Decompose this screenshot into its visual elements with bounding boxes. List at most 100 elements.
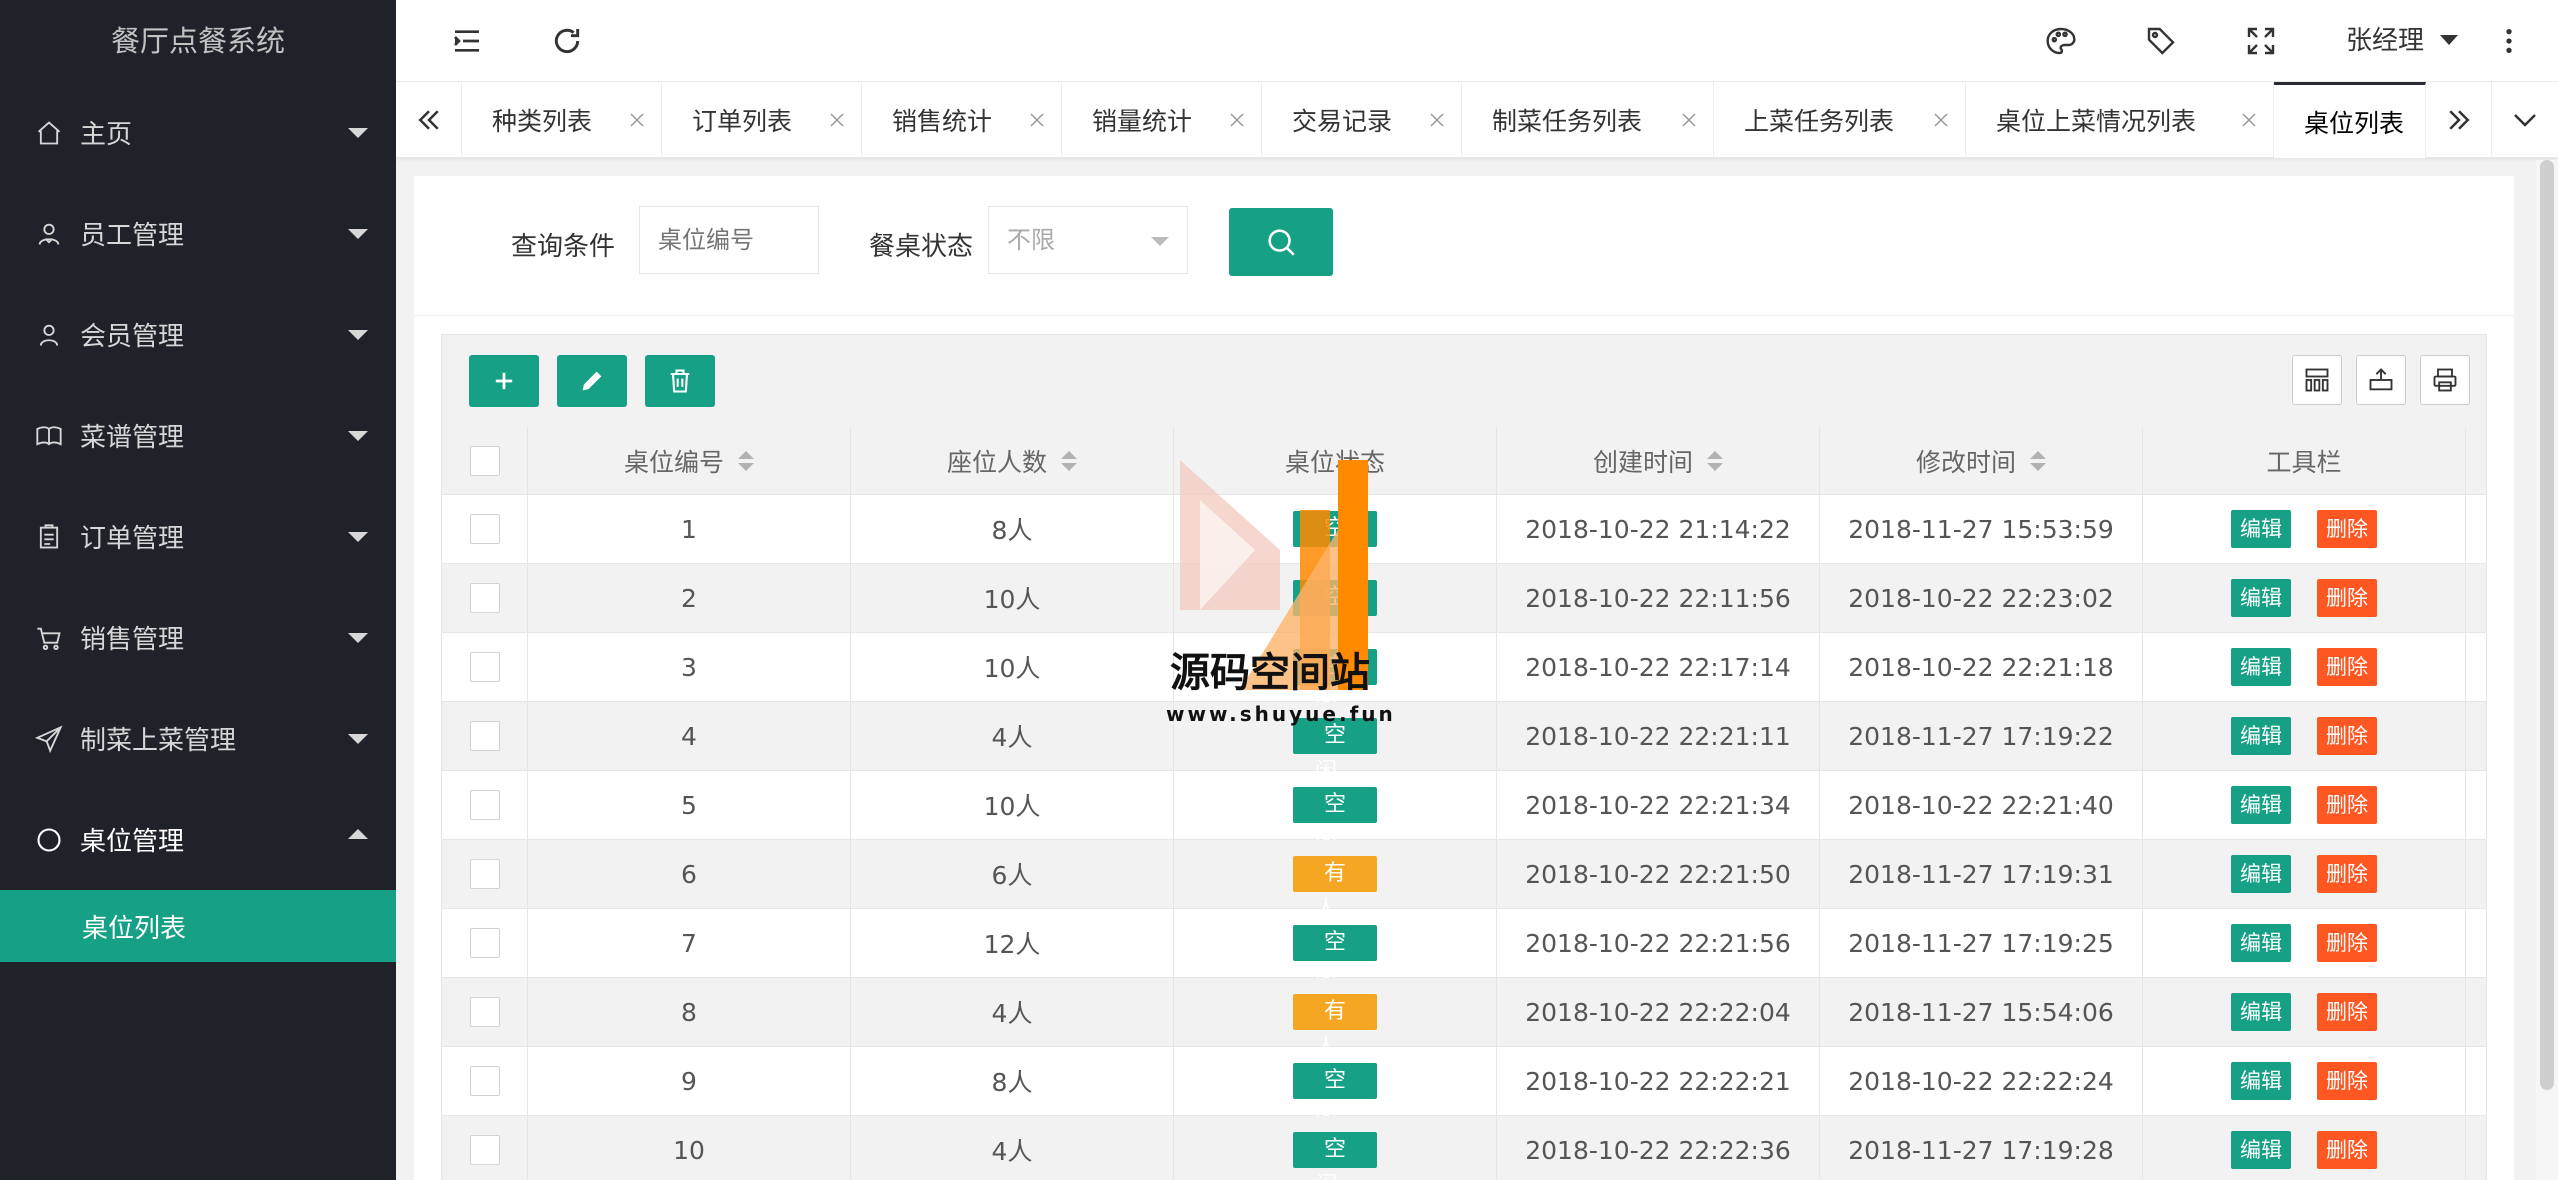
cell-seats: 10人: [851, 564, 1174, 632]
delete-button[interactable]: [645, 355, 715, 407]
close-icon[interactable]: [827, 110, 847, 130]
row-checkbox[interactable]: [469, 1066, 500, 1096]
scrollbar-thumb[interactable]: [2540, 160, 2554, 1090]
row-checkbox[interactable]: [469, 721, 500, 751]
row-edit-button[interactable]: 编辑: [2231, 993, 2291, 1031]
sidebar-item-home[interactable]: 主页: [0, 82, 396, 183]
row-delete-button[interactable]: 删除: [2317, 1131, 2377, 1169]
row-edit-button[interactable]: 编辑: [2231, 786, 2291, 824]
add-button[interactable]: [469, 355, 539, 407]
sort-icon[interactable]: [738, 450, 754, 471]
status-select[interactable]: 不限: [988, 206, 1188, 274]
chevron-down-icon: [348, 532, 368, 542]
tab-scroll-right-icon[interactable]: [2426, 82, 2492, 158]
table-row[interactable]: 66人 有人 2018-10-22 22:21:502018-11-27 17:19…: [442, 840, 2486, 922]
row-delete-button[interactable]: 删除: [2317, 579, 2377, 617]
table-row[interactable]: 210人 空闲 2018-10-22 22:11:562018-10-22 22:2…: [442, 564, 2486, 646]
row-checkbox[interactable]: [469, 790, 500, 820]
tab-table-list[interactable]: 桌位列表: [2274, 82, 2426, 158]
close-icon[interactable]: [1679, 110, 1699, 130]
sidebar-item-orders[interactable]: 订单管理: [0, 486, 396, 587]
table-row[interactable]: 510人 空闲 2018-10-22 22:21:342018-10-22 22:2…: [442, 771, 2486, 853]
row-edit-button[interactable]: 编辑: [2231, 1131, 2291, 1169]
sidebar-item-kitchen[interactable]: 制菜上菜管理: [0, 688, 396, 789]
sort-icon[interactable]: [1707, 450, 1723, 471]
row-checkbox[interactable]: [469, 1135, 500, 1165]
row-checkbox[interactable]: [469, 652, 500, 682]
tab-order-list[interactable]: 订单列表: [662, 82, 862, 158]
row-edit-button[interactable]: 编辑: [2231, 924, 2291, 962]
row-edit-button[interactable]: 编辑: [2231, 855, 2291, 893]
row-delete-button[interactable]: 删除: [2317, 510, 2377, 548]
print-button[interactable]: [2420, 355, 2470, 405]
tab-serving-tasks[interactable]: 上菜任务列表: [1714, 82, 1966, 158]
row-checkbox[interactable]: [469, 859, 500, 889]
menu-toggle-icon[interactable]: [448, 22, 486, 60]
tab-dropdown-icon[interactable]: [2492, 82, 2558, 158]
row-delete-button[interactable]: 删除: [2317, 648, 2377, 686]
chevron-down-icon[interactable]: [2440, 35, 2458, 45]
edit-button[interactable]: [557, 355, 627, 407]
search-button[interactable]: [1229, 208, 1333, 276]
table-row[interactable]: 18人 空闲 2018-10-22 21:14:222018-11-27 15:53…: [442, 495, 2486, 577]
row-edit-button[interactable]: 编辑: [2231, 648, 2291, 686]
sidebar-item-staff[interactable]: 员工管理: [0, 183, 396, 284]
table-row[interactable]: 712人 空闲 2018-10-22 22:21:562018-11-27 17:1…: [442, 909, 2486, 991]
tab-table-serving[interactable]: 桌位上菜情况列表: [1966, 82, 2274, 158]
sidebar-item-menu[interactable]: 菜谱管理: [0, 385, 396, 486]
row-delete-button[interactable]: 删除: [2317, 855, 2377, 893]
sort-icon[interactable]: [1061, 450, 1077, 471]
tab-volume-stats[interactable]: 销量统计: [1062, 82, 1262, 158]
row-edit-button[interactable]: 编辑: [2231, 717, 2291, 755]
row-delete-button[interactable]: 删除: [2317, 717, 2377, 755]
close-icon[interactable]: [1427, 110, 1447, 130]
row-delete-button[interactable]: 删除: [2317, 924, 2377, 962]
tab-scroll-left-icon[interactable]: [396, 82, 462, 158]
tab-transactions[interactable]: 交易记录: [1262, 82, 1462, 158]
row-delete-button[interactable]: 删除: [2317, 993, 2377, 1031]
tag-icon[interactable]: [2142, 22, 2180, 60]
tab-sales-stats[interactable]: 销售统计: [862, 82, 1062, 158]
row-delete-button[interactable]: 删除: [2317, 786, 2377, 824]
col-created[interactable]: 创建时间: [1497, 427, 1820, 494]
close-icon[interactable]: [1227, 110, 1247, 130]
col-seats[interactable]: 座位人数: [851, 427, 1174, 494]
row-checkbox[interactable]: [469, 514, 500, 544]
col-table-no[interactable]: 桌位编号: [528, 427, 851, 494]
row-edit-button[interactable]: 编辑: [2231, 510, 2291, 548]
select-all-checkbox[interactable]: [469, 445, 500, 476]
row-edit-button[interactable]: 编辑: [2231, 1062, 2291, 1100]
fullscreen-icon[interactable]: [2242, 22, 2280, 60]
row-checkbox[interactable]: [469, 928, 500, 958]
export-button[interactable]: [2356, 355, 2406, 405]
row-edit-button[interactable]: 编辑: [2231, 579, 2291, 617]
close-icon[interactable]: [1027, 110, 1047, 130]
sidebar-item-sales[interactable]: 销售管理: [0, 587, 396, 688]
row-checkbox[interactable]: [469, 997, 500, 1027]
sidebar-subitem-table-list[interactable]: 桌位列表: [0, 890, 396, 962]
close-icon[interactable]: [627, 110, 647, 130]
tab-category-list[interactable]: 种类列表: [462, 82, 662, 158]
row-checkbox[interactable]: [469, 583, 500, 613]
refresh-icon[interactable]: [548, 22, 586, 60]
table-row[interactable]: 98人 空闲 2018-10-22 22:22:212018-10-22 22:22…: [442, 1047, 2486, 1129]
table-row[interactable]: 104人 空闲 2018-10-22 22:22:362018-11-27 17:1…: [442, 1116, 2486, 1180]
sort-icon[interactable]: [2030, 450, 2046, 471]
col-modified[interactable]: 修改时间: [1820, 427, 2143, 494]
columns-filter-button[interactable]: [2292, 355, 2342, 405]
table-row[interactable]: 84人 有人 2018-10-22 22:22:042018-11-27 15:54…: [442, 978, 2486, 1060]
table-number-input[interactable]: [639, 206, 819, 274]
sidebar-item-members[interactable]: 会员管理: [0, 284, 396, 385]
close-icon[interactable]: [1931, 110, 1951, 130]
close-icon[interactable]: [2239, 110, 2259, 130]
row-delete-button[interactable]: 删除: [2317, 1062, 2377, 1100]
table-row[interactable]: 310人空闲2018-10-22 22:17:142018-10-22 22:2…: [442, 633, 2486, 715]
user-menu[interactable]: 张经理: [2346, 22, 2424, 60]
app-title: 餐厅点餐系统: [110, 24, 285, 58]
tab-cooking-tasks[interactable]: 制菜任务列表: [1462, 82, 1714, 158]
table-row[interactable]: 44人空闲2018-10-22 22:21:112018-11-27 17:19…: [442, 702, 2486, 784]
sidebar-item-tables[interactable]: 桌位管理: [0, 789, 396, 890]
more-vertical-icon[interactable]: [2490, 22, 2528, 60]
scrollbar[interactable]: [2536, 160, 2558, 1180]
palette-icon[interactable]: [2042, 22, 2080, 60]
